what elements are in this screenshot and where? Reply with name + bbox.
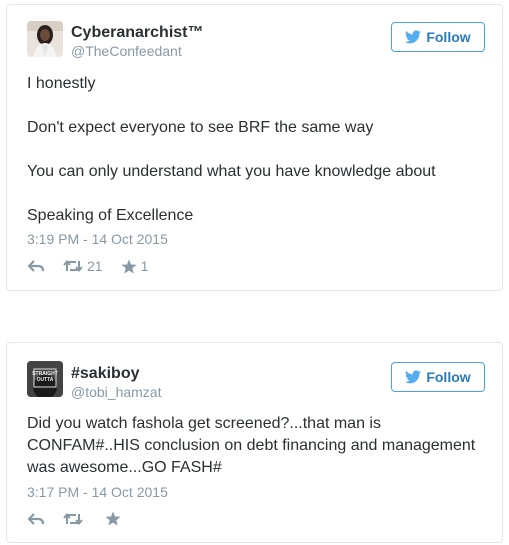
twitter-bird-icon (405, 370, 422, 384)
tweet-text-line: Don't expect everyone to see BRF the sam… (27, 119, 374, 136)
avatar-caption: STRAIGHT OUTTA (32, 371, 58, 383)
retweet-count: 21 (87, 258, 103, 274)
tweet-card: Cyberanarchist™ @TheConfeedant Follow I … (6, 4, 503, 291)
like-count: 1 (140, 258, 149, 274)
follow-button[interactable]: Follow (391, 22, 485, 52)
star-icon (105, 511, 121, 526)
like-button[interactable]: 1 (121, 258, 149, 274)
retweet-button[interactable]: 21 (63, 258, 103, 274)
tweet-text-line: Speaking of Excellence (27, 207, 194, 224)
avatar[interactable]: STRAIGHT OUTTA (27, 361, 63, 397)
reply-button[interactable] (27, 259, 45, 273)
avatar[interactable] (27, 21, 63, 57)
reply-icon (27, 512, 45, 525)
tweet-text-line: was awesome...GO FASH# (27, 459, 222, 476)
timestamp[interactable]: 3:19 PM - 14 Oct 2015 (27, 231, 168, 247)
reply-icon (27, 260, 45, 272)
reply-button[interactable] (27, 512, 45, 526)
user-handle[interactable]: @tobi_hamzat (71, 384, 161, 400)
tweet-card: STRAIGHT OUTTA #sakiboy @tobi_hamzat Fol… (6, 342, 503, 543)
tweet-text-line: You can only understand what you have kn… (27, 163, 436, 180)
tweet-text-line: Did you watch fashola get screened?...th… (27, 415, 381, 432)
tweet-actions (27, 511, 143, 526)
retweet-button[interactable] (63, 512, 87, 526)
follow-label: Follow (426, 29, 471, 45)
like-button[interactable] (105, 511, 125, 526)
follow-button[interactable]: Follow (391, 362, 485, 392)
tweet-text-line: I honestly (27, 75, 96, 92)
retweet-icon (63, 512, 83, 525)
star-icon (121, 259, 137, 273)
display-name[interactable]: Cyberanarchist™ (71, 24, 204, 42)
user-handle[interactable]: @TheConfeedant (71, 43, 182, 59)
display-name[interactable]: #sakiboy (71, 365, 139, 383)
twitter-bird-icon (405, 30, 422, 44)
follow-label: Follow (426, 369, 471, 385)
tweet-text-line: CONFAM#..HIS conclusion on debt financin… (27, 437, 476, 454)
timestamp[interactable]: 3:17 PM - 14 Oct 2015 (27, 484, 168, 500)
tweet-actions: 21 1 (27, 258, 166, 274)
retweet-icon (63, 259, 83, 273)
